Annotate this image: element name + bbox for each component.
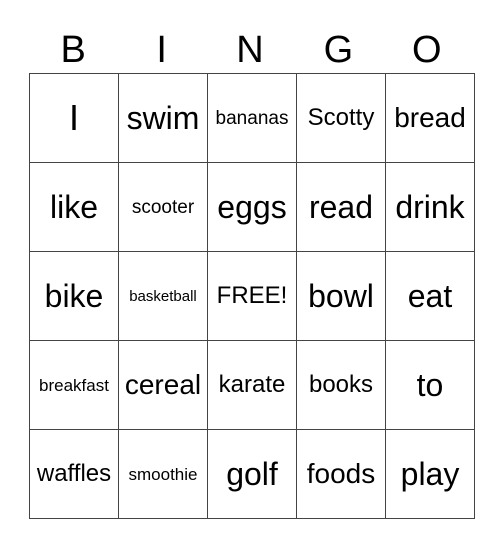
bingo-cell[interactable]: foods <box>296 429 386 519</box>
bingo-cell[interactable]: smoothie <box>118 429 208 519</box>
bingo-cell[interactable]: Scotty <box>296 73 386 163</box>
header-letter-n: N <box>236 29 264 71</box>
bingo-cell[interactable]: books <box>296 340 386 430</box>
bingo-cell[interactable]: read <box>296 162 386 252</box>
bingo-cell[interactable]: bike <box>29 251 119 341</box>
card-row: bike basketball FREE! bowl eat <box>29 251 475 341</box>
bingo-cell[interactable]: swim <box>118 73 208 163</box>
bingo-cell[interactable]: basketball <box>118 251 208 341</box>
bingo-cell[interactable]: cereal <box>118 340 208 430</box>
bingo-header: B I N G O <box>29 28 471 72</box>
bingo-cell[interactable]: karate <box>207 340 297 430</box>
bingo-cell[interactable]: golf <box>207 429 297 519</box>
card-row: breakfast cereal karate books to <box>29 340 475 430</box>
bingo-cell[interactable]: eat <box>385 251 475 341</box>
bingo-cell[interactable]: breakfast <box>29 340 119 430</box>
card-row: I swim bananas Scotty bread <box>29 73 475 163</box>
bingo-cell[interactable]: like <box>29 162 119 252</box>
bingo-cell[interactable]: drink <box>385 162 475 252</box>
bingo-cell[interactable]: eggs <box>207 162 297 252</box>
header-letter-b: B <box>60 29 86 71</box>
bingo-cell[interactable]: to <box>385 340 475 430</box>
bingo-card: I swim bananas Scotty bread like scooter… <box>29 73 475 519</box>
bingo-cell[interactable]: bananas <box>207 73 297 163</box>
bingo-cell[interactable]: play <box>385 429 475 519</box>
header-letter-o: O <box>412 29 442 71</box>
bingo-cell[interactable]: waffles <box>29 429 119 519</box>
header-letter-i: I <box>156 29 167 71</box>
card-row: like scooter eggs read drink <box>29 162 475 252</box>
card-row: waffles smoothie golf foods play <box>29 429 475 519</box>
bingo-cell[interactable]: I <box>29 73 119 163</box>
bingo-cell[interactable]: bowl <box>296 251 386 341</box>
bingo-cell[interactable]: FREE! <box>207 251 297 341</box>
header-letter-g: G <box>323 29 354 71</box>
bingo-cell[interactable]: scooter <box>118 162 208 252</box>
bingo-cell[interactable]: bread <box>385 73 475 163</box>
